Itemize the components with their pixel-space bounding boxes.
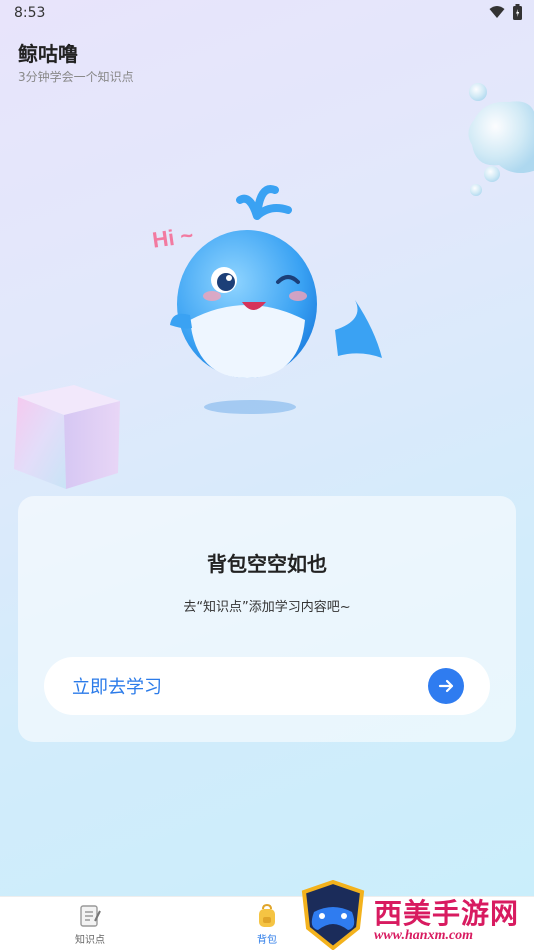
tab-knowledge-points[interactable]: 知识点 [62, 897, 118, 951]
battery-icon [513, 4, 522, 20]
tab-knowledge-points-label: 知识点 [75, 935, 105, 946]
water-bubble-decoration [468, 83, 534, 196]
empty-state-title: 背包空空如也 [207, 552, 327, 576]
watermark-text: 西美手游网 [374, 897, 520, 930]
empty-state-card: 背包空空如也 去“知识点”添加学习内容吧~ 立即去学习 [18, 496, 516, 742]
go-learn-label: 立即去学习 [72, 677, 162, 698]
watermark-url: www.hanxm.com [374, 928, 474, 943]
notebook-icon [80, 905, 101, 927]
gamepad-shield-logo [301, 880, 365, 950]
backpack-icon [259, 903, 275, 927]
empty-state-hint: 去“知识点”添加学习内容吧~ [183, 600, 351, 615]
status-icons [489, 4, 522, 20]
go-learn-button[interactable]: 立即去学习 [44, 657, 490, 715]
arrow-right-icon [428, 668, 464, 704]
watermark: 西美手游网 www.hanxm.com [300, 880, 534, 950]
whale-mascot-illustration: Hi ~ [151, 185, 382, 414]
svg-text:Hi ~: Hi ~ [151, 222, 195, 252]
status-bar: 8:53 [0, 0, 534, 28]
status-time: 8:53 [14, 5, 46, 21]
cube-decoration [14, 385, 120, 489]
app-subtitle: 3分钟学会一个知识点 [18, 70, 134, 84]
tab-backpack-label: 背包 [257, 935, 277, 946]
tab-backpack[interactable]: 背包 [240, 897, 294, 951]
wifi-icon [489, 6, 505, 18]
app-title: 鲸咕噜 [18, 42, 78, 66]
